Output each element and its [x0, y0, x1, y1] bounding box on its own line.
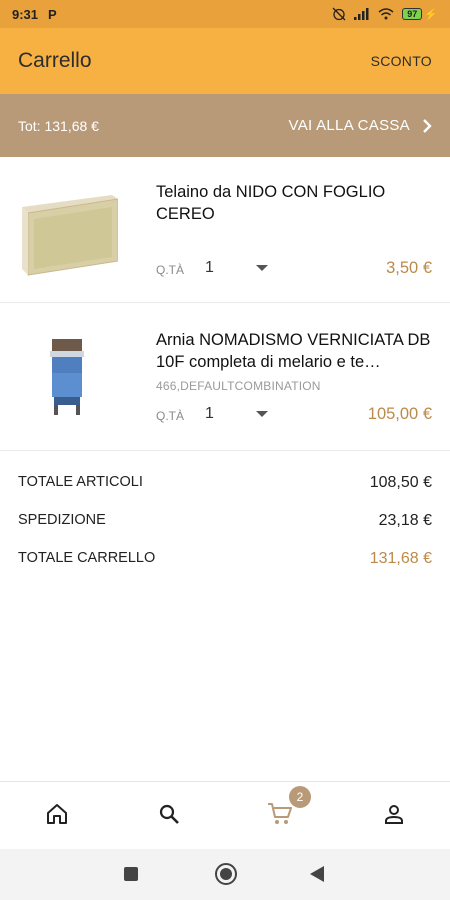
account-icon [385, 805, 403, 824]
sconto-button[interactable]: SCONTO [371, 53, 432, 69]
nav-search[interactable] [155, 800, 183, 828]
totale-carrello-row: TOTALE CARRELLO 131,68 € [18, 550, 432, 568]
status-icons: 97 ⚡ [332, 7, 438, 21]
battery-level: 97 [402, 8, 423, 20]
qty-dropdown-icon[interactable] [256, 411, 268, 417]
product-image [18, 327, 118, 427]
cart-badge: 2 [289, 786, 311, 808]
cart-total: Tot: 131,68 € [18, 117, 99, 134]
app-bar: Carrello SCONTO [0, 28, 450, 94]
cart-item[interactable]: Telaino da NIDO CON FOGLIO CEREO Q.TÀ 1 … [0, 157, 450, 303]
totale-articoli-value: 108,50 € [369, 474, 432, 491]
system-nav-bar [0, 849, 450, 900]
alarm-off-icon [332, 7, 346, 21]
spedizione-label: SPEDIZIONE [18, 512, 106, 528]
recents-icon[interactable] [124, 867, 138, 881]
totale-carrello-value: 131,68 € [369, 550, 432, 567]
nav-cart[interactable] [266, 800, 294, 828]
nav-account[interactable] [380, 800, 408, 828]
notification-icon: P [48, 6, 57, 22]
home-circle-icon[interactable] [214, 862, 238, 886]
totale-articoli-row: TOTALE ARTICOLI 108,50 € [18, 474, 432, 492]
chevron-right-icon [423, 118, 432, 133]
item-reference: 466,DEFAULTCOMBINATION [156, 379, 321, 393]
wifi-icon [378, 8, 394, 20]
qty-label: Q.TÀ [156, 409, 185, 423]
item-price: 105,00 € [367, 405, 432, 423]
totale-carrello-label: TOTALE CARRELLO [18, 550, 156, 566]
nav-home[interactable] [43, 800, 71, 828]
home-icon [47, 804, 67, 824]
search-icon [159, 804, 179, 824]
signal-icon [354, 8, 369, 20]
checkout-button-label: VAI ALLA CASSA [288, 117, 410, 134]
totale-articoli-label: TOTALE ARTICOLI [18, 474, 143, 490]
status-bar: 9:31 P 97 ⚡ [0, 0, 450, 28]
charging-icon: ⚡ [424, 8, 438, 21]
bottom-nav [0, 781, 450, 849]
back-icon[interactable] [310, 866, 324, 882]
page-title: Carrello [18, 49, 92, 72]
qty-select[interactable]: 1 [205, 405, 214, 423]
qty-dropdown-icon[interactable] [256, 265, 268, 271]
spedizione-value: 23,18 € [378, 512, 432, 529]
item-price: 3,50 € [386, 259, 432, 277]
checkout-button[interactable]: VAI ALLA CASSA [289, 117, 433, 134]
spedizione-row: SPEDIZIONE 23,18 € [18, 512, 432, 530]
status-time: 9:31 [12, 6, 39, 22]
item-name[interactable]: Telaino da NIDO CON FOGLIO CEREO [156, 181, 436, 225]
qty-select[interactable]: 1 [205, 259, 214, 277]
product-image [18, 181, 118, 281]
battery-icon: 97 ⚡ [402, 8, 438, 21]
cart-icon [268, 803, 292, 824]
checkout-bar: Tot: 131,68 € VAI ALLA CASSA [0, 94, 450, 157]
qty-label: Q.TÀ [156, 263, 185, 277]
cart-item[interactable]: Arnia NOMADISMO VERNICIATA DB 10F comple… [0, 303, 450, 451]
item-name[interactable]: Arnia NOMADISMO VERNICIATA DB 10F comple… [156, 329, 436, 373]
